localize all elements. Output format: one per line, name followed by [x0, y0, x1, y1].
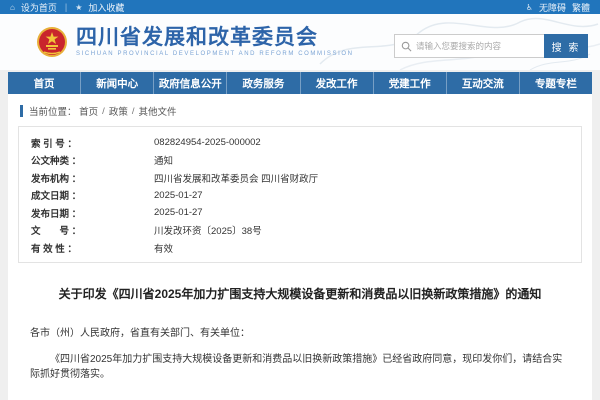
search-input[interactable] [416, 41, 538, 51]
breadcrumb: 当前位置： 首页 / 政策 / 其他文件 [8, 104, 592, 118]
meta-value-written-date: 2025-01-27 [154, 190, 203, 201]
meta-value-doc-number: 川发改环资〔2025〕38号 [154, 223, 262, 237]
meta-value-doc-type: 通知 [154, 153, 173, 167]
site-title-english: SICHUAN PROVINCIAL DEVELOPMENT AND REFOR… [76, 51, 354, 57]
meta-label-issuing-agency: 发布机构 ： [19, 171, 154, 185]
nav-item-special-topics[interactable]: 专题专栏 [520, 72, 592, 94]
accessibility-link[interactable]: 无障碍 [539, 1, 566, 14]
nav-item-services[interactable]: 政务服务 [227, 72, 300, 94]
meta-label-index-number: 索 引 号 ： [19, 136, 154, 150]
content-area: 当前位置： 首页 / 政策 / 其他文件 索 引 号 ： 082824954-2… [8, 94, 592, 400]
accessibility-icon: ♿ [526, 3, 533, 12]
meta-label-doc-type: 公文种类 ： [19, 153, 154, 167]
national-emblem-logo [36, 26, 68, 58]
top-utility-bar: ⌂ 设为首页 | ★ 加入收藏 ♿ 无障碍 繁體 [0, 0, 600, 14]
meta-value-publish-date: 2025-01-27 [154, 207, 203, 218]
meta-value-validity: 有效 [154, 241, 173, 255]
breadcrumb-accent-bar [20, 105, 23, 117]
nav-item-info-disclosure[interactable]: 政府信息公开 [154, 72, 227, 94]
document-body-paragraph: 《四川省2025年加力扩围支持大规模设备更新和消费品以旧换新政策措施》已经省政府… [30, 352, 570, 382]
table-row: 发布机构 ： 四川省发展和改革委员会 四川省财政厅 [19, 169, 581, 187]
meta-label-doc-number: 文 号 ： [19, 223, 154, 237]
document-title: 关于印发《四川省2025年加力扩围支持大规模设备更新和消费品以旧换新政策措施》的… [8, 285, 592, 302]
topbar-divider: | [65, 2, 67, 12]
favorite-icon: ★ [75, 3, 82, 12]
traditional-chinese-link[interactable]: 繁體 [572, 1, 590, 14]
table-row: 索 引 号 ： 082824954-2025-000002 [19, 134, 581, 152]
table-row: 有 效 性 ： 有效 [19, 239, 581, 257]
meta-label-written-date: 成文日期 ： [19, 188, 154, 202]
home-icon: ⌂ [10, 3, 15, 12]
breadcrumb-separator: / [102, 106, 105, 117]
site-title: 四川省发展和改革委员会 [76, 27, 354, 49]
document-salutation: 各市（州）人民政府，省直有关部门、有关单位： [30, 324, 570, 339]
search-icon [401, 41, 412, 52]
breadcrumb-separator: / [132, 106, 135, 117]
breadcrumb-label: 当前位置： [29, 104, 77, 118]
nav-item-interaction[interactable]: 互动交流 [447, 72, 520, 94]
table-row: 公文种类 ： 通知 [19, 152, 581, 170]
site-header: 四川省发展和改革委员会 SICHUAN PROVINCIAL DEVELOPME… [0, 14, 600, 70]
table-row: 发布日期 ： 2025-01-27 [19, 204, 581, 222]
breadcrumb-home[interactable]: 首页 [79, 104, 98, 118]
meta-value-index-number: 082824954-2025-000002 [154, 137, 261, 148]
table-row: 文 号 ： 川发改环资〔2025〕38号 [19, 222, 581, 240]
main-nav: 首页 新闻中心 政府信息公开 政务服务 发改工作 党建工作 互动交流 专题专栏 [8, 72, 592, 94]
breadcrumb-other-docs[interactable]: 其他文件 [138, 104, 176, 118]
set-homepage-link[interactable]: 设为首页 [21, 1, 57, 14]
search-button[interactable]: 搜 索 [544, 34, 588, 58]
meta-label-publish-date: 发布日期 ： [19, 206, 154, 220]
add-favorite-link[interactable]: 加入收藏 [88, 1, 124, 14]
document-meta-table: 索 引 号 ： 082824954-2025-000002 公文种类 ： 通知 … [18, 126, 582, 263]
nav-item-party-building[interactable]: 党建工作 [374, 72, 447, 94]
meta-label-validity: 有 效 性 ： [19, 241, 154, 255]
search-area: 搜 索 [394, 34, 588, 58]
nav-item-news[interactable]: 新闻中心 [81, 72, 154, 94]
meta-value-issuing-agency: 四川省发展和改革委员会 四川省财政厅 [154, 171, 318, 185]
breadcrumb-policy[interactable]: 政策 [109, 104, 128, 118]
table-row: 成文日期 ： 2025-01-27 [19, 187, 581, 205]
nav-item-ndrc-work[interactable]: 发改工作 [301, 72, 374, 94]
nav-item-home[interactable]: 首页 [8, 72, 81, 94]
